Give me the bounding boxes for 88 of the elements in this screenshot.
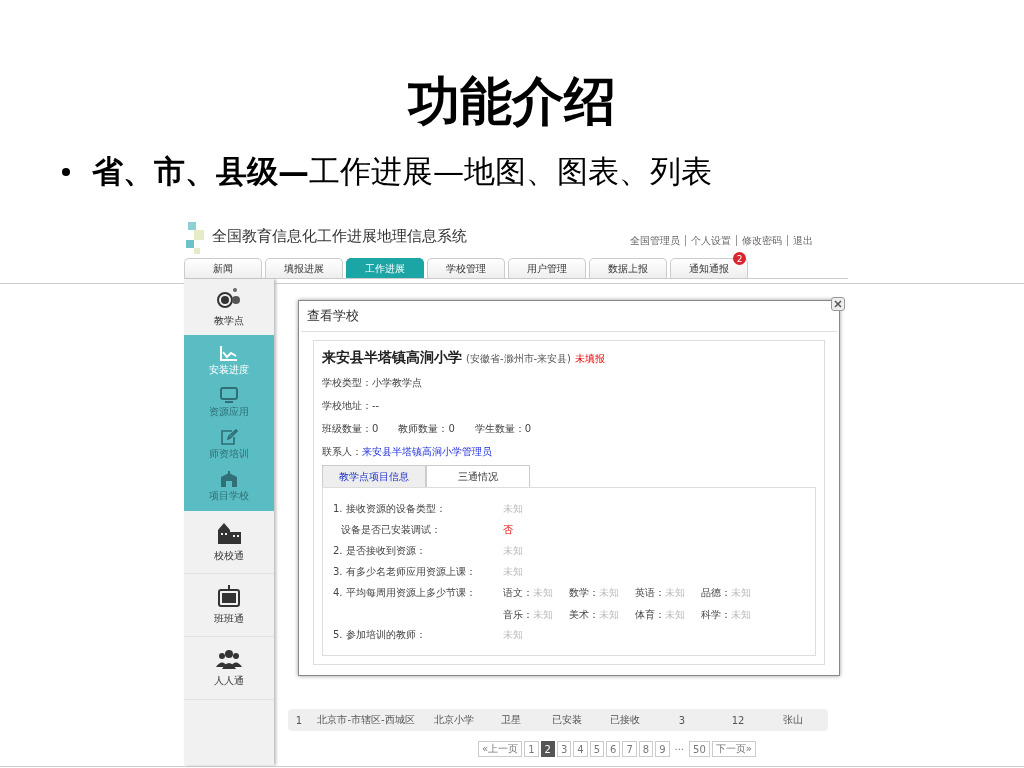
page-button[interactable]: 下一页» xyxy=(711,741,756,757)
pagination-ellipsis: ... xyxy=(673,741,686,754)
subject-label: 体育： xyxy=(635,608,665,622)
question-label: 2. 是否接收到资源： xyxy=(333,544,427,558)
page-button[interactable]: 2 xyxy=(540,741,555,757)
page-button[interactable]: «上一页 xyxy=(478,741,523,757)
sidebar-item[interactable]: 班班通 xyxy=(184,574,274,637)
table-cell-text: 已接收 xyxy=(609,713,641,727)
app-title: 全国教育信息化工作进展地理信息系统 xyxy=(212,227,467,246)
contact-link[interactable]: 来安县半塔镇高涧小学管理员 xyxy=(362,446,492,457)
monitor-icon xyxy=(220,387,238,403)
subject-label: 数学： xyxy=(569,586,599,600)
count-text: 教师数量：0 xyxy=(398,422,455,436)
question-label: 1. 接收资源的设备类型： xyxy=(333,502,447,516)
school-name: 来安县半塔镇高涧小学 xyxy=(322,349,462,367)
subject-label: 音乐： xyxy=(503,608,533,622)
bullet-icon xyxy=(62,168,70,176)
page-button[interactable]: 3 xyxy=(556,741,572,757)
nav-tab[interactable]: 新闻 xyxy=(184,258,262,278)
answer-value: 未知 xyxy=(503,502,523,516)
logo-icon xyxy=(184,220,206,256)
board-icon xyxy=(217,584,241,607)
question-label: 4. 平均每周用资源上多少节课： xyxy=(333,586,477,600)
subject-label: 语文： xyxy=(503,586,533,600)
answer-value: 否 xyxy=(503,523,513,537)
subject-value: 未知 xyxy=(533,608,553,622)
page-button[interactable]: 6 xyxy=(606,741,621,757)
question-label: 5. 参加培训的教师： xyxy=(333,628,427,642)
answer-value: 未知 xyxy=(503,628,523,642)
table-cell-text: 3 xyxy=(677,714,687,726)
answer-value: 未知 xyxy=(503,544,523,558)
page-button[interactable]: 50 xyxy=(689,741,710,757)
dialog-title: 查看学校 xyxy=(301,301,837,332)
count-text: 班级数量：0 xyxy=(322,422,379,436)
table-cell-text: 12 xyxy=(730,714,746,726)
dialog-tab[interactable]: 教学点项目信息 xyxy=(322,465,426,487)
status-label: 未填报 xyxy=(575,352,606,366)
nav-tab[interactable]: 填报进展 xyxy=(265,258,343,278)
circles-icon xyxy=(216,286,242,309)
question-label: 3. 有多少名老师应用资源上课： xyxy=(333,565,477,579)
subject-label: 品德： xyxy=(701,586,731,600)
contact-text: 联系人：来安县半塔镇高涧小学管理员 xyxy=(322,445,492,459)
header-link[interactable]: 退出 xyxy=(787,235,818,246)
page-button[interactable]: 4 xyxy=(573,741,588,757)
page-button[interactable]: 7 xyxy=(622,741,637,757)
table-cell-text: 张山 xyxy=(782,713,804,727)
header-link[interactable]: 修改密码 xyxy=(736,235,787,246)
table-cell-text: 北京小学 xyxy=(433,713,475,727)
field-text: 学校地址：-- xyxy=(322,399,380,413)
school-region: (安徽省-滁州市-来安县) xyxy=(466,352,572,366)
page-button[interactable]: 5 xyxy=(589,741,604,757)
close-button[interactable] xyxy=(831,297,845,311)
people-icon xyxy=(216,648,242,669)
page-button[interactable]: 8 xyxy=(638,741,654,757)
count-text: 学生数量：0 xyxy=(474,422,532,436)
subject-value: 未知 xyxy=(599,608,619,622)
page-button[interactable]: 1 xyxy=(524,741,539,757)
subject-value: 未知 xyxy=(731,586,751,600)
table-cell-text: 1 xyxy=(294,714,304,726)
building-icon xyxy=(216,521,242,544)
page-button[interactable]: 9 xyxy=(655,741,670,757)
table-cell-text: 卫星 xyxy=(500,713,522,727)
subject-value: 未知 xyxy=(533,586,553,600)
bullet-text: 省、市、县级—工作进展—地图、图表、列表 xyxy=(92,152,712,191)
subject-label: 美术： xyxy=(569,608,599,622)
question-label: 设备是否已安装调试： xyxy=(340,523,442,537)
nav-tab[interactable]: 用户管理 xyxy=(508,258,586,278)
edit-icon xyxy=(220,429,238,445)
sidebar-item[interactable]: 校校通 xyxy=(184,511,274,574)
subject-label: 英语： xyxy=(635,586,665,600)
nav-tab[interactable]: 数据上报 xyxy=(589,258,667,278)
table-cell-text: 北京市-市辖区-西城区 xyxy=(316,713,416,727)
slide-title: 功能介绍 xyxy=(406,70,617,133)
table-cell-text: 已安装 xyxy=(551,713,583,727)
subject-value: 未知 xyxy=(665,586,685,600)
subject-value: 未知 xyxy=(599,586,619,600)
subject-value: 未知 xyxy=(665,608,685,622)
field-text: 学校类型：小学教学点 xyxy=(322,376,422,390)
school-icon xyxy=(220,471,238,487)
header-link[interactable]: 个人设置 xyxy=(685,235,736,246)
sidebar-item[interactable]: 人人通 xyxy=(184,637,274,700)
dialog-tab[interactable]: 三通情况 xyxy=(426,465,530,487)
nav-tab[interactable]: 学校管理 xyxy=(427,258,505,278)
subject-value: 未知 xyxy=(731,608,751,622)
subject-label: 科学： xyxy=(701,608,731,622)
header-link[interactable]: 全国管理员 xyxy=(625,235,685,246)
line-chart-icon xyxy=(220,345,238,361)
answer-value: 未知 xyxy=(503,565,523,579)
